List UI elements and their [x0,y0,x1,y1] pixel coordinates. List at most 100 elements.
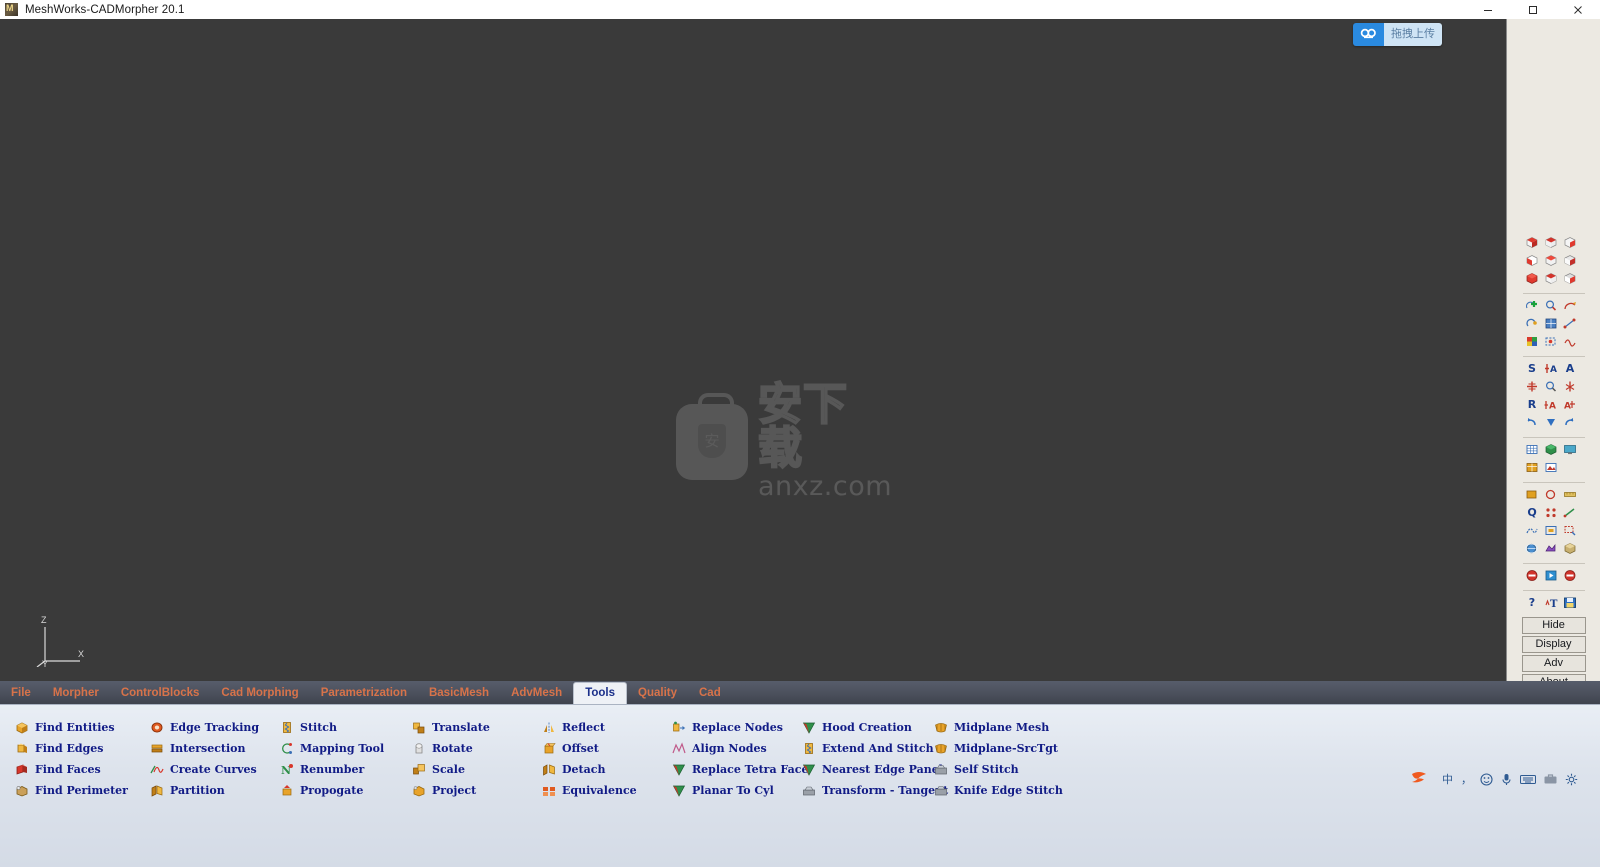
screen-icon[interactable] [1562,441,1579,457]
cube-red-5-icon[interactable] [1543,252,1560,268]
ribbon-item-self-stitch[interactable]: Self Stitch [925,759,1045,780]
display-button[interactable]: Display [1521,636,1586,653]
ribbon-item-replace-tetra-face[interactable]: Replace Tetra Face [663,759,808,780]
tab-quality[interactable]: Quality [627,683,688,704]
letter-a-icon[interactable]: A [1562,360,1579,376]
wave-tool-icon[interactable] [1562,333,1579,349]
redo-arrow-icon[interactable] [1562,414,1579,430]
cube-red-9-icon[interactable] [1562,270,1579,286]
rotate-a-icon[interactable]: A [1543,396,1560,412]
circle-query-icon[interactable] [1543,486,1560,502]
axis-red-icon[interactable] [1562,378,1579,394]
cube-red-6-icon[interactable] [1562,252,1579,268]
fit-view-icon[interactable] [1543,522,1560,538]
mirror-a-icon[interactable]: A [1543,360,1560,376]
zoom-window-icon[interactable] [1562,522,1579,538]
keyboard-icon[interactable] [1520,774,1536,785]
ribbon-item-create-curves[interactable]: Create Curves [141,759,271,780]
cube-red-4-icon[interactable] [1524,252,1541,268]
shade-cube-icon[interactable] [1543,441,1560,457]
cube-red-2-icon[interactable] [1543,234,1560,250]
ribbon-item-knife-edge-stitch[interactable]: Knife Edge Stitch [925,780,1063,801]
ribbon-item-translate[interactable]: Translate [403,717,533,738]
edge-pick-icon[interactable] [1562,504,1579,520]
ribbon-item-planar-to-cyl[interactable]: Planar To Cyl [663,780,793,801]
tab-advmesh[interactable]: AdvMesh [500,683,573,704]
ribbon-item-find-faces[interactable]: Find Faces [6,759,141,780]
stop-red-2-icon[interactable] [1562,567,1579,583]
emoji-icon[interactable] [1480,772,1493,786]
measure-icon[interactable] [1562,315,1579,331]
node-pick-icon[interactable] [1543,504,1560,520]
ribbon-item-midplane-mesh[interactable]: Midplane Mesh [925,717,1049,738]
ribbon-item-find-perimeter[interactable]: Find Perimeter [6,780,141,801]
sogou-ime-logo[interactable] [1408,769,1431,789]
ribbon-item-replace-nodes[interactable]: Replace Nodes [663,717,793,738]
ribbon-item-project[interactable]: Project [403,780,533,801]
magnify-tool-icon[interactable] [1543,297,1560,313]
cube-red-1-icon[interactable] [1524,234,1541,250]
axis-cross-icon[interactable] [1524,378,1541,394]
ribbon-item-reflect[interactable]: Reflect [533,717,663,738]
table-grid-icon[interactable] [1524,459,1541,475]
ribbon-item-renumber[interactable]: N Renumber [271,759,403,780]
tab-cad-morphing[interactable]: Cad Morphing [210,683,309,704]
globe-view-icon[interactable] [1524,540,1541,556]
maximize-button[interactable] [1510,0,1555,19]
grid-blue-icon[interactable] [1543,315,1560,331]
ribbon-item-propogate[interactable]: Propogate [271,780,403,801]
letter-r-icon[interactable]: R [1524,396,1541,412]
add-green-plus-icon[interactable] [1524,297,1541,313]
tab-parametrization[interactable]: Parametrization [310,683,418,704]
close-button[interactable] [1555,0,1600,19]
letter-s-icon[interactable]: S [1524,360,1541,376]
ribbon-item-rotate[interactable]: Rotate [403,738,533,759]
ribbon-item-mapping-tool[interactable]: Mapping Tool [271,738,403,759]
cube-red-7-icon[interactable] [1524,270,1541,286]
ribbon-item-extend-and-stitch[interactable]: Extend And Stitch [793,738,934,759]
toolbox-icon[interactable] [1544,773,1557,785]
image-export-icon[interactable] [1543,459,1560,475]
ribbon-item-scale[interactable]: Scale [403,759,533,780]
tab-cad[interactable]: Cad [688,683,732,704]
tab-file[interactable]: File [0,683,42,704]
tab-tools[interactable]: Tools [573,682,628,704]
ribbon-item-offset[interactable]: Offset [533,738,663,759]
ribbon-item-find-edges[interactable]: Find Edges [6,738,141,759]
text-tool-icon[interactable]: T [1543,594,1560,610]
ribbon-item-hood-creation[interactable]: Hood Creation [793,717,925,738]
box-query-icon[interactable] [1524,486,1541,502]
voice-input-icon[interactable] [1501,773,1512,786]
stop-red-icon[interactable] [1524,567,1541,583]
ruler-query-icon[interactable] [1562,486,1579,502]
ribbon-item-midplane-srctgt[interactable]: Midplane-SrcTgt [925,738,1058,759]
tab-basicmesh[interactable]: BasicMesh [418,683,500,704]
minimize-button[interactable] [1465,0,1510,19]
move-a-icon[interactable]: A [1562,396,1579,412]
3d-viewport[interactable]: 拖拽上传 安 安下载 anxz.com Z X Y [0,19,1506,681]
down-arrow-icon[interactable] [1543,414,1560,430]
rotate-node-icon[interactable] [1524,315,1541,331]
node-select-icon[interactable] [1543,333,1560,349]
ribbon-item-edge-tracking[interactable]: Edge Tracking [141,717,271,738]
settings-icon[interactable] [1565,773,1578,786]
play-blue-icon[interactable] [1543,567,1560,583]
tab-morpher[interactable]: Morpher [42,683,110,704]
ribbon-item-intersection[interactable]: Intersection [141,738,271,759]
undo-arrow-icon[interactable] [1524,414,1541,430]
punctuation-icon[interactable]: ， [1461,771,1472,787]
ribbon-item-align-nodes[interactable]: Align Nodes [663,738,793,759]
help-question-icon[interactable]: ? [1524,594,1541,610]
ribbon-item-detach[interactable]: Detach [533,759,663,780]
arc-tool-icon[interactable] [1562,297,1579,313]
mesh-shade-icon[interactable] [1562,540,1579,556]
zoom-circle-icon[interactable] [1543,378,1560,394]
cube-red-8-icon[interactable] [1543,270,1560,286]
ribbon-item-stitch[interactable]: Stitch [271,717,403,738]
free-pick-icon[interactable] [1524,522,1541,538]
mesh-color-icon[interactable] [1543,540,1560,556]
ribbon-item-partition[interactable]: Partition [141,780,271,801]
grid-mesh-icon[interactable] [1524,441,1541,457]
ribbon-item-find-entities[interactable]: Find Entities [6,717,141,738]
chinese-mode-icon[interactable]: 中 [1442,771,1453,787]
